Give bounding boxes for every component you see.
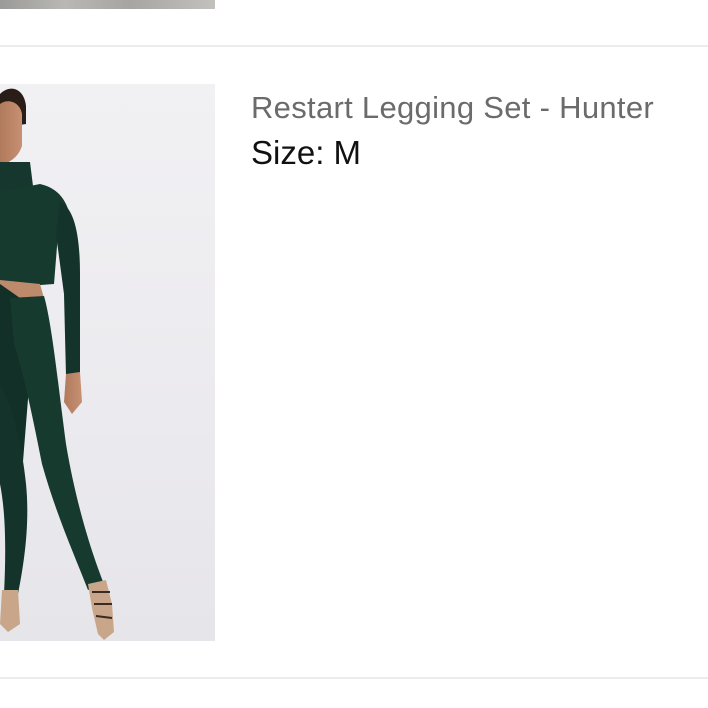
product-title[interactable]: Restart Legging Set - Hunter bbox=[251, 89, 654, 127]
previous-item-image[interactable] bbox=[0, 0, 215, 9]
cart-list: Restart Legging Set - Hunter Size: M bbox=[0, 0, 708, 708]
product-image[interactable] bbox=[0, 84, 215, 641]
size-label: Size: bbox=[251, 134, 325, 171]
item-divider bbox=[0, 677, 708, 679]
model-illustration bbox=[0, 88, 114, 640]
size-value: M bbox=[333, 134, 362, 171]
item-divider bbox=[0, 45, 708, 47]
size-info: Size: M bbox=[251, 133, 361, 173]
